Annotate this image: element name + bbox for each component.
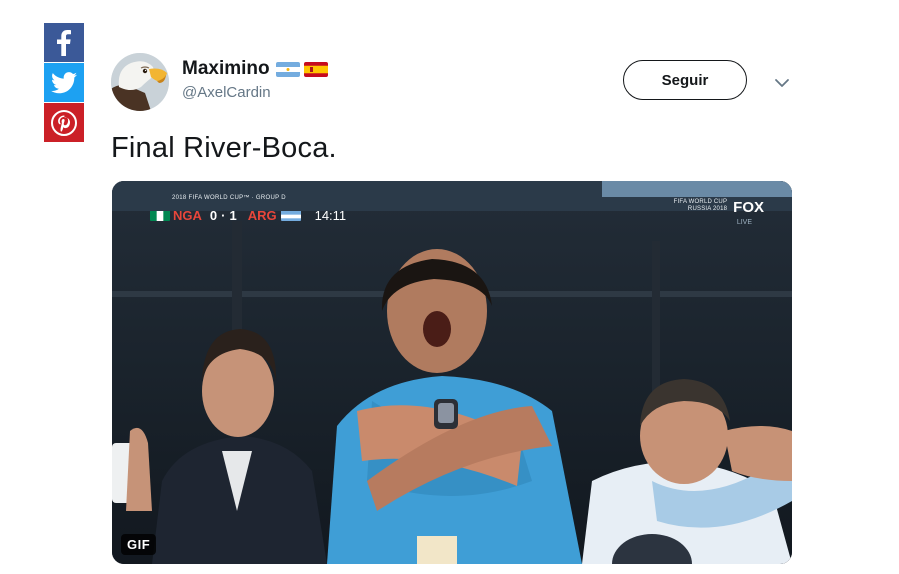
match-clock: 14:11 (314, 207, 347, 223)
spain-flag-icon (303, 61, 328, 77)
tweet-media-gif[interactable]: 2018 FIFA WORLD CUP™ · GROUP D NGA 0 · 1… (112, 181, 792, 564)
share-bar (44, 23, 84, 143)
author-name[interactable]: Maximino (182, 58, 270, 80)
away-team: ARG (245, 208, 301, 223)
home-team: NGA (146, 208, 202, 223)
tournament-line-2: RUSSIA 2018 (687, 206, 728, 212)
pinterest-share-button[interactable] (44, 103, 84, 142)
tournament-line-1: FIFA WORLD CUP (673, 199, 728, 205)
tweet-author: Maximino @AxelCardin (182, 58, 328, 101)
nigeria-flag-icon (150, 210, 170, 221)
home-team-code: NGA (173, 207, 202, 223)
competition-label: 2018 FIFA WORLD CUP™ · GROUP D (172, 195, 286, 201)
pinterest-icon (51, 109, 77, 136)
gif-frame-image (112, 181, 792, 564)
avatar[interactable] (111, 53, 169, 111)
eagle-avatar-image (111, 53, 169, 111)
author-handle[interactable]: @AxelCardin (182, 84, 328, 101)
name-row: Maximino (182, 58, 328, 80)
chevron-down-icon (775, 79, 789, 87)
more-options-button[interactable] (773, 76, 791, 88)
live-label: LIVE (736, 219, 752, 226)
broadcaster-logo: FOX (733, 199, 764, 216)
home-score: 0 (209, 207, 218, 223)
twitter-icon (51, 71, 77, 93)
broadcaster-bug: FIFA WORLD CUP RUSSIA 2018 FOX (674, 199, 764, 216)
facebook-icon (57, 29, 71, 56)
argentina-flag-icon (275, 61, 300, 77)
tweet-text: Final River-Boca. (111, 132, 337, 164)
gif-badge: GIF (121, 534, 157, 555)
away-score: 1 (229, 207, 237, 223)
argentina-mini-flag-icon (280, 210, 301, 221)
follow-button[interactable]: Seguir (623, 60, 747, 100)
away-team-code: ARG (247, 207, 277, 223)
tournament-logo-text: FIFA WORLD CUP RUSSIA 2018 (674, 199, 727, 213)
score-separator-icon: · (221, 207, 226, 223)
scoreboard: NGA 0 · 1 ARG 14:11 (146, 204, 346, 226)
facebook-share-button[interactable] (44, 23, 84, 62)
twitter-share-button[interactable] (44, 63, 84, 102)
